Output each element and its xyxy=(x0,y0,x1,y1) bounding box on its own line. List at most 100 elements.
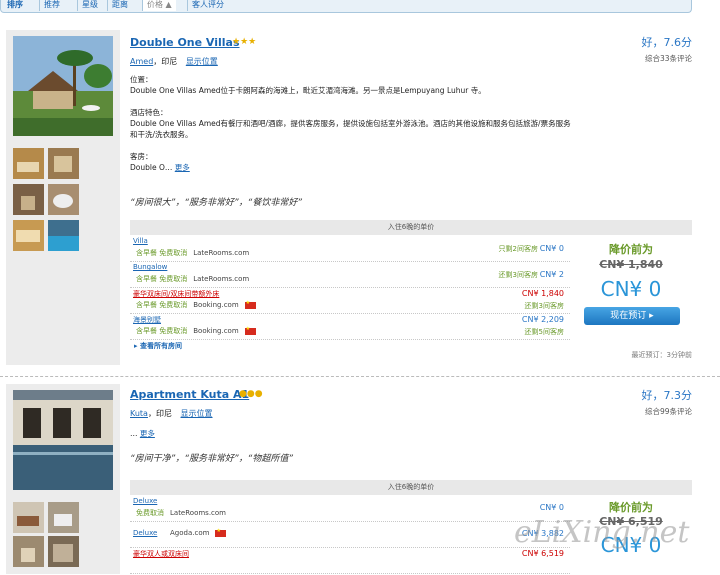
city-link[interactable]: Kuta xyxy=(130,409,148,418)
review-count[interactable]: 综合99条评论 xyxy=(645,406,692,417)
current-price: CN¥ 0 xyxy=(600,277,662,301)
rooms-left: 还剩5间客房 xyxy=(524,328,564,336)
room-name-link[interactable]: 豪华双人或双床间 xyxy=(133,549,189,559)
hotel-thumbnail[interactable] xyxy=(13,148,44,179)
room-row[interactable]: Deluxe Agoda.com CN¥ 3,882 xyxy=(130,522,570,548)
hotel-thumbnail[interactable] xyxy=(13,536,44,567)
hotel-thumbnail[interactable] xyxy=(48,148,79,179)
show-map-link[interactable]: 显示位置 xyxy=(186,57,218,66)
room-name-link[interactable]: 海景别墅 xyxy=(133,315,161,325)
photo-column xyxy=(6,30,120,365)
hotel-thumbnail[interactable] xyxy=(48,220,79,251)
booking-source: LateRooms.com xyxy=(170,509,226,517)
room-price[interactable]: CN¥ 2,209 xyxy=(522,315,564,324)
review-count[interactable]: 综合33条评论 xyxy=(645,53,692,64)
booking-source: Agoda.com xyxy=(170,529,210,537)
china-flag-icon xyxy=(244,326,256,335)
room-price[interactable]: CN¥ 0 xyxy=(540,244,564,253)
hotel-name-link[interactable]: Double One Villas xyxy=(130,36,240,49)
room-row[interactable]: Deluxe 免费取消 LateRooms.com CN¥ 0 xyxy=(130,496,570,522)
room-name-link[interactable]: 豪华双床间/双床间带额外床 xyxy=(133,289,219,299)
room-price[interactable]: CN¥ 1,840 xyxy=(522,289,564,298)
price-drop-label: 降价前为 xyxy=(609,243,653,256)
hotel-thumbnail[interactable] xyxy=(48,502,79,533)
guest-rating: 好，7.6分 xyxy=(641,36,693,49)
previous-price: CN¥ 6,519 xyxy=(599,515,663,528)
hotel-thumbnail[interactable] xyxy=(48,184,79,215)
room-row[interactable]: Bungalow 含早餐 免费取消 LateRooms.com 还剩3间客房 CN… xyxy=(130,262,570,288)
booking-source: Booking.com xyxy=(193,327,239,335)
rooms-left: 还剩3间客房 xyxy=(524,302,564,310)
price-table-header: 入住6晚的单价 xyxy=(130,480,692,495)
rooms-left: 只剩2间客房 xyxy=(498,245,538,253)
tab-price[interactable]: 价格 ▲ xyxy=(142,0,176,11)
review-quote: “房间很大”，“服务非常好”，“餐饮非常好” xyxy=(130,198,302,208)
review-quote: “房间干净”，“服务非常好”，“物超所值” xyxy=(130,454,293,464)
room-row[interactable]: Villa 含早餐 免费取消 LateRooms.com 只剩2间客房 CN¥ 0 xyxy=(130,236,570,262)
room-row[interactable]: 海景别墅 含早餐 免费取消Booking.com CN¥ 2,209 还剩5间客… xyxy=(130,314,570,340)
book-now-button[interactable]: 现在预订 ▸ xyxy=(584,307,680,325)
room-price[interactable]: CN¥ 2 xyxy=(540,270,564,279)
more-link[interactable]: 更多 xyxy=(175,163,190,172)
room-perks: 免费取消 LateRooms.com xyxy=(136,509,226,517)
hotel-main-photo[interactable] xyxy=(13,390,113,490)
star-rating: ●●● xyxy=(239,389,263,399)
tab-recommended[interactable]: 推荐 xyxy=(39,0,64,11)
desc-features-text: Double One Villas Amed有餐厅和酒吧/酒廊，提供客房服务，提… xyxy=(130,119,571,139)
more-link[interactable]: 更多 xyxy=(140,429,155,438)
room-perks: 含早餐 免费取消 Booking.com xyxy=(136,326,256,336)
room-price[interactable]: CN¥ 3,882 xyxy=(522,529,564,538)
china-flag-icon xyxy=(215,528,227,537)
booking-source: LateRooms.com xyxy=(193,275,250,283)
card-divider xyxy=(0,376,720,377)
rooms-left: 还剩3间客房 xyxy=(498,271,538,279)
sort-label: 排序 xyxy=(7,0,23,9)
room-name-link[interactable]: Deluxe xyxy=(133,529,157,537)
room-price[interactable]: CN¥ 0 xyxy=(540,503,564,512)
desc-features-label: 酒店特色： xyxy=(130,108,168,117)
see-all-rooms-link[interactable]: ▸ 查看所有房间 xyxy=(134,341,182,351)
price-table-header: 入住6晚的单价 xyxy=(130,220,692,235)
desc-location-text: Double One Villas Amed位于卡朗阿森的海滩上，毗近艾湄湾海滩… xyxy=(130,86,486,95)
desc-rooms-label: 客房： xyxy=(130,152,153,161)
booking-source: LateRooms.com xyxy=(193,249,250,257)
hotel-name-link[interactable]: Apartment Kuta A1 xyxy=(130,388,249,401)
booking-source: Booking.com xyxy=(193,301,239,309)
room-perks: 含早餐 免费取消 LateRooms.com xyxy=(136,249,250,257)
room-row[interactable]: 豪华双人或双床间 CN¥ 6,519 xyxy=(130,548,570,574)
hotel-thumbnail[interactable] xyxy=(13,220,44,251)
country-label: ，印尼 xyxy=(153,57,178,66)
hotel-thumbnail[interactable] xyxy=(13,502,44,533)
room-name-link[interactable]: Bungalow xyxy=(133,263,167,271)
room-perks: Agoda.com xyxy=(164,528,227,537)
room-price[interactable]: CN¥ 6,519 xyxy=(522,549,564,558)
price-table: 入住6晚的单价 Deluxe 免费取消 LateRooms.com CN¥ 0 D… xyxy=(130,480,692,575)
tab-distance[interactable]: 距离 xyxy=(107,0,132,11)
hotel-description: … 更多 xyxy=(130,428,575,439)
room-perks: 含早餐 免费取消 Booking.com xyxy=(136,300,256,310)
sort-bar: 排序 推荐 星级 距离 价格 ▲ 客人评分 xyxy=(0,0,692,13)
guest-rating: 好，7.3分 xyxy=(641,389,693,402)
room-name-link[interactable]: Villa xyxy=(133,237,148,245)
country-label: ，印尼 xyxy=(147,409,172,418)
show-map-link[interactable]: 显示位置 xyxy=(181,409,213,418)
desc-rooms-text: Double O… xyxy=(130,163,173,172)
tab-guest-rating[interactable]: 客人评分 xyxy=(187,0,228,11)
current-price: CN¥ 0 xyxy=(600,533,662,557)
previous-price: CN¥ 1,840 xyxy=(599,258,663,271)
photo-column xyxy=(6,384,120,574)
tab-stars[interactable]: 星级 xyxy=(77,0,102,11)
star-rating: ★★★ xyxy=(232,37,257,47)
room-name-link[interactable]: Deluxe xyxy=(133,497,157,505)
hotel-thumbnail[interactable] xyxy=(13,184,44,215)
price-table: 入住6晚的单价 Villa 含早餐 免费取消 LateRooms.com 只剩2间… xyxy=(130,220,692,350)
hotel-thumbnail[interactable] xyxy=(48,536,79,567)
china-flag-icon xyxy=(244,300,256,309)
room-row[interactable]: 豪华双床间/双床间带额外床 含早餐 免费取消Booking.com CN¥ 1,… xyxy=(130,288,570,314)
city-link[interactable]: Amed xyxy=(130,57,153,66)
last-booked: 最近预订：3分钟前 xyxy=(631,351,692,359)
hotel-location: Kuta，印尼 显示位置 xyxy=(130,408,213,419)
room-perks: 含早餐 免费取消 LateRooms.com xyxy=(136,275,250,283)
hotel-main-photo[interactable] xyxy=(13,36,113,136)
hotel-description: 位置： Double One Villas Amed位于卡朗阿森的海滩上，毗近艾… xyxy=(130,74,575,173)
